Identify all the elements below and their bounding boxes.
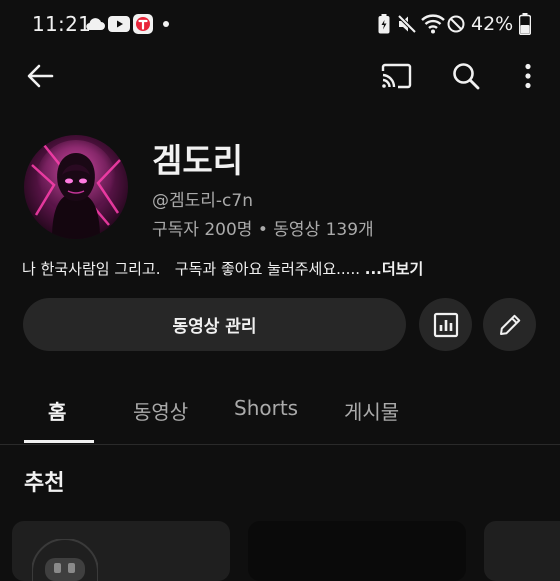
- analytics-button[interactable]: [419, 298, 472, 351]
- chat-bubble-icon: [32, 539, 98, 581]
- cloud-icon: [85, 17, 105, 31]
- channel-handle: @겜도리-c7n: [152, 191, 253, 211]
- analytics-icon: [433, 312, 459, 338]
- search-icon: [451, 61, 481, 91]
- app-t-icon: [133, 14, 153, 34]
- back-arrow-icon: [26, 64, 54, 88]
- edit-pencil-icon: [497, 312, 523, 338]
- section-title: 추천: [24, 471, 65, 496]
- more-options-button[interactable]: [510, 58, 546, 94]
- more-link[interactable]: ...더보기: [365, 260, 424, 278]
- recommended-card[interactable]: [484, 521, 560, 581]
- channel-description[interactable]: 나 한국사람임 그리고. 구독과 좋아요 눌러주세요..... ...더보기: [22, 258, 423, 279]
- tab-shorts[interactable]: Shorts: [234, 396, 298, 420]
- channel-stats: 구독자 200명 • 동영상 139개: [152, 220, 374, 240]
- active-tab-indicator: [24, 440, 94, 443]
- cast-button[interactable]: [378, 58, 414, 94]
- search-button[interactable]: [448, 58, 484, 94]
- tab-divider: [0, 444, 560, 445]
- description-text: 나 한국사람임 그리고. 구독과 좋아요 눌러주세요.....: [22, 260, 365, 278]
- recommended-card[interactable]: [248, 521, 466, 581]
- back-button[interactable]: [22, 58, 58, 94]
- status-bar: 11:21 42%: [0, 0, 560, 50]
- tab-home[interactable]: 홈: [48, 396, 66, 425]
- mute-icon: [397, 14, 417, 34]
- do-not-disturb-icon: [447, 15, 465, 33]
- more-vert-icon: [524, 63, 532, 89]
- cast-icon: [380, 63, 412, 89]
- avatar[interactable]: [24, 135, 128, 239]
- status-time: 11:21: [32, 12, 92, 36]
- edit-channel-button[interactable]: [483, 298, 536, 351]
- battery-icon: [519, 13, 531, 35]
- battery-percent: 42%: [471, 13, 514, 35]
- recommended-card[interactable]: [12, 521, 230, 581]
- wifi-icon: [421, 14, 445, 34]
- tab-posts[interactable]: 게시물: [344, 396, 399, 425]
- youtube-icon: [108, 16, 130, 32]
- tab-videos[interactable]: 동영상: [133, 396, 188, 425]
- manage-videos-button[interactable]: 동영상 관리: [23, 298, 406, 351]
- channel-name: 겜도리: [152, 141, 244, 180]
- dot-icon: [163, 21, 169, 27]
- battery-saver-icon: [378, 14, 390, 34]
